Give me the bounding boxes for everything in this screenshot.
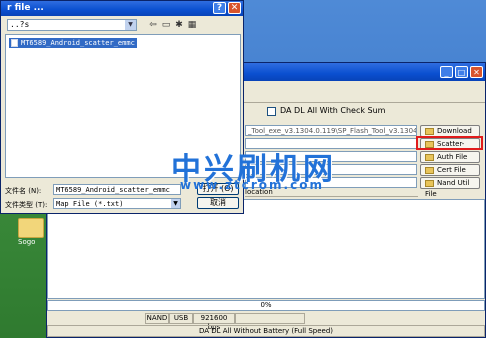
auth-file-button[interactable]: Auth File [420,151,480,163]
folder-icon[interactable] [18,218,44,238]
file-item-scatter[interactable]: MT6589_Android_scatter_emmc [9,38,137,48]
file-icon [11,39,18,47]
maximize-button[interactable]: □ [455,66,468,78]
dialog-close-button[interactable]: ✕ [228,2,241,14]
filename-input[interactable]: MT6589_Android_scatter_emmc [53,184,181,195]
desktop-folder-label: Sogo [18,238,36,246]
folder-icon [425,166,434,174]
da-checksum-label: DA DL All With Check Sum [280,106,386,115]
scatter-highlight-annotation [416,136,483,150]
status-extra [235,313,305,324]
dialog-titlebar: r file ... ? ✕ [1,1,243,16]
progress-bar: 0% [47,300,485,311]
da-checksum-checkbox[interactable] [267,107,276,116]
dialog-title: r file ... [7,3,44,13]
view-menu-icon[interactable]: ▦ [186,19,198,31]
close-button[interactable]: ✕ [470,66,483,78]
file-item-label: MT6589_Android_scatter_emmc [21,39,135,47]
folder-icon [425,153,434,161]
filetype-label: 文件类型 (T): [5,201,48,209]
back-icon[interactable]: ⇦ [147,19,159,31]
folder-icon [425,127,434,135]
watermark-url: www.ztcrom.com [180,178,324,192]
rom-list[interactable] [47,199,485,299]
status-port: USB [169,313,193,324]
up-folder-icon[interactable]: ▭ [160,19,172,31]
help-button[interactable]: ? [213,2,226,14]
cancel-button[interactable]: 取消 [197,197,239,209]
chevron-down-icon[interactable]: ▼ [125,20,136,30]
minimize-button[interactable]: _ [440,66,453,78]
chevron-down-icon[interactable]: ▼ [171,199,180,208]
auth-file-label: Auth File [437,153,468,161]
status-storage: NAND [145,313,169,324]
download-agent-path[interactable]: _Tool_exe_v3.1304.0.119\SP_Flash_Tool_v3… [245,125,417,136]
cert-file-label: Cert File [437,166,466,174]
status-mode: DA DL All Without Battery (Full Speed) [47,325,485,337]
filetype-select[interactable]: Map File (*.txt) [53,198,181,209]
folder-icon [425,179,434,187]
status-baud: 921600 bps [193,313,235,331]
cert-file-button[interactable]: Cert File [420,164,480,176]
look-in-select[interactable]: ..?s [7,19,137,31]
new-folder-icon[interactable]: ✱ [173,19,185,31]
filename-label: 文件名 (N): [5,187,42,195]
nand-util-button[interactable]: Nand Util File [420,177,480,198]
